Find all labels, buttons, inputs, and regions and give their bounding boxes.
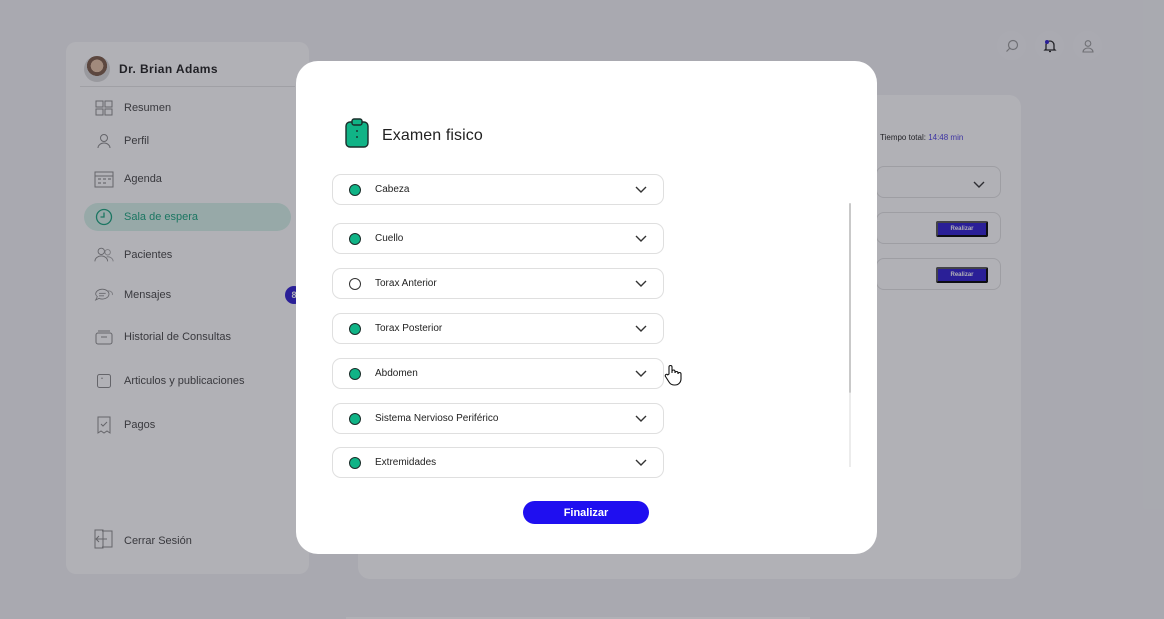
status-dot	[349, 456, 361, 469]
scrollbar-track[interactable]	[849, 393, 851, 467]
chevron-down-icon	[634, 181, 648, 199]
modal-header: Examen fisico	[345, 118, 483, 153]
section-label: Cuello	[375, 233, 404, 244]
section-label: Torax Anterior	[375, 278, 437, 289]
chevron-down-icon	[634, 320, 648, 338]
section-sistema-nervioso[interactable]: Sistema Nervioso Periférico	[332, 403, 664, 434]
finalizar-button[interactable]: Finalizar	[523, 501, 649, 524]
section-label: Extremidades	[375, 457, 437, 468]
status-dot	[349, 322, 361, 335]
physical-exam-modal: Examen fisico Cabeza Cuello Torax Anteri…	[296, 61, 877, 554]
modal-title: Examen fisico	[382, 126, 483, 144]
status-dot-empty	[349, 277, 361, 290]
clipboard-icon	[345, 118, 369, 153]
status-dot	[349, 232, 361, 245]
section-extremidades[interactable]: Extremidades	[332, 447, 664, 478]
section-label: Torax Posterior	[375, 323, 443, 334]
scrollbar-thumb[interactable]	[849, 203, 851, 393]
status-dot	[349, 412, 361, 425]
section-abdomen[interactable]: Abdomen	[332, 358, 664, 389]
chevron-down-icon	[634, 410, 648, 428]
chevron-down-icon	[634, 230, 648, 248]
section-torax-posterior[interactable]: Torax Posterior	[332, 313, 664, 344]
chevron-down-icon	[634, 454, 648, 472]
section-label: Cabeza	[375, 184, 410, 195]
status-dot	[349, 183, 361, 196]
section-cuello[interactable]: Cuello	[332, 223, 664, 254]
chevron-down-icon	[634, 365, 648, 383]
section-label: Abdomen	[375, 368, 418, 379]
section-cabeza[interactable]: Cabeza	[332, 174, 664, 205]
chevron-down-icon	[634, 275, 648, 293]
hand-cursor-icon	[663, 364, 683, 391]
status-dot	[349, 367, 361, 380]
section-label: Sistema Nervioso Periférico	[375, 413, 499, 424]
section-torax-anterior[interactable]: Torax Anterior	[332, 268, 664, 299]
